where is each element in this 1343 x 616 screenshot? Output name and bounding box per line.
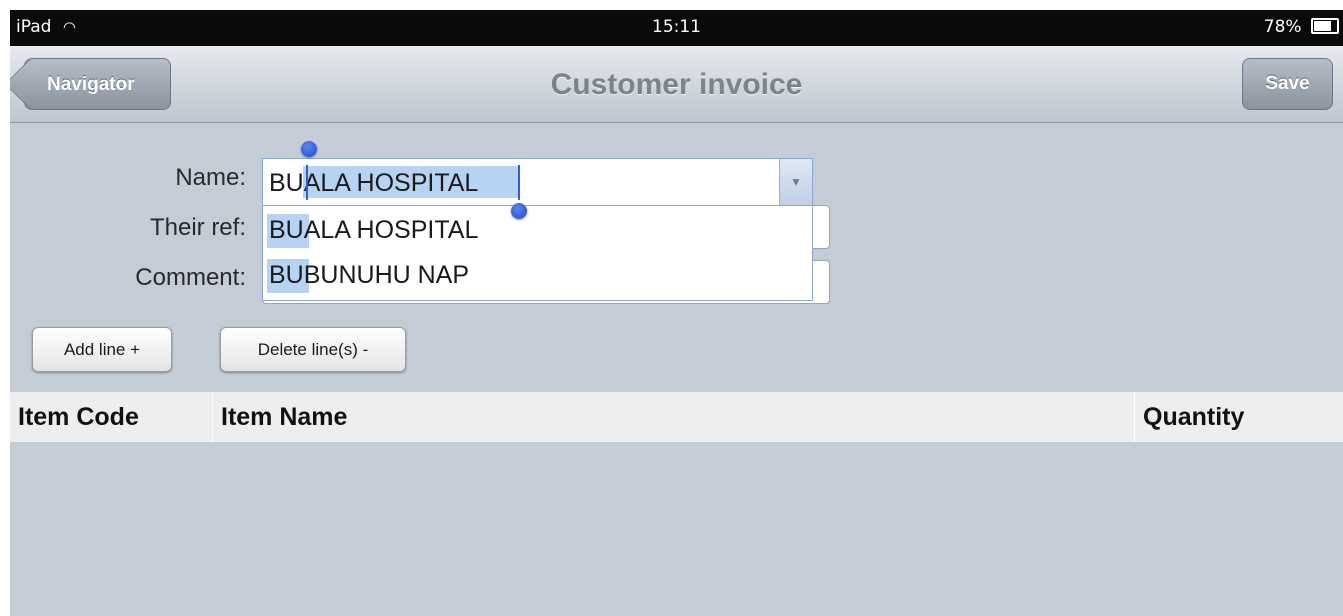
column-header-quantity[interactable]: Quantity: [1134, 392, 1343, 442]
page-title: Customer invoice: [550, 68, 803, 101]
name-label: Name:: [175, 164, 246, 191]
selection-end-handle[interactable]: [511, 203, 527, 219]
app-screen: iPad ◠ 15:11 78% Navigator Customer invo…: [10, 10, 1343, 616]
name-combobox[interactable]: BUALA HOSPITAL ▼: [262, 158, 813, 206]
table-body: [10, 442, 1343, 616]
save-button[interactable]: Save: [1242, 58, 1333, 110]
suggestion-match: BU: [269, 216, 304, 244]
name-input-value: BUALA HOSPITAL: [269, 169, 479, 197]
suggestion-match: BU: [269, 261, 304, 289]
add-line-button[interactable]: Add line +: [32, 327, 172, 372]
comment-label: Comment:: [135, 264, 246, 291]
suggestion-list: BUALA HOSPITAL BUBUNUHU NAP: [262, 205, 813, 301]
suggestion-item[interactable]: BUALA HOSPITAL: [267, 208, 807, 252]
dropdown-arrow-icon[interactable]: ▼: [779, 159, 812, 205]
column-header-item-code[interactable]: Item Code: [10, 392, 212, 442]
table-header: Item Code Item Name Quantity: [10, 392, 1343, 442]
suggestion-rest: ALA HOSPITAL: [303, 216, 479, 244]
suggestion-item[interactable]: BUBUNUHU NAP: [267, 253, 807, 297]
suggestion-rest: BUNUHU NAP: [303, 261, 470, 289]
selection-end-caret: [518, 165, 520, 200]
selection-start-caret: [306, 165, 308, 200]
battery-icon: [1311, 18, 1339, 34]
selection-start-handle[interactable]: [301, 141, 317, 157]
status-bar: iPad ◠ 15:11 78%: [10, 10, 1343, 46]
navigation-bar: Navigator Customer invoice Save: [10, 46, 1343, 123]
status-time: 15:11: [652, 17, 701, 37]
delete-lines-button[interactable]: Delete line(s) -: [220, 327, 406, 372]
their-ref-label: Their ref:: [149, 214, 246, 241]
column-header-item-name[interactable]: Item Name: [212, 392, 1134, 442]
battery-percent: 78%: [1263, 17, 1302, 37]
